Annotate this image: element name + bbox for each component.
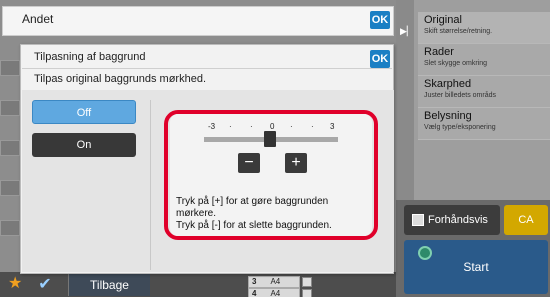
- slider-tick-label: 3: [330, 122, 335, 131]
- back-button[interactable]: Tilbage: [68, 274, 150, 296]
- dialog-subtitle: Tilpas original baggrunds mørkhed.: [34, 73, 207, 85]
- description-text: Tryk på [+] for at gøre baggrunden: [176, 196, 329, 207]
- slider-tick-label: 0: [270, 122, 275, 131]
- preview-icon: [412, 214, 424, 226]
- list-item: 4 A4: [248, 288, 300, 297]
- dialog-ok-button[interactable]: OK: [370, 50, 390, 68]
- menu-item-subtitle: Vælg type/eksponering: [424, 124, 496, 131]
- on-button[interactable]: On: [32, 133, 136, 157]
- ca-button[interactable]: CA: [504, 205, 548, 235]
- divider: [22, 68, 392, 69]
- start-icon: [418, 246, 432, 260]
- menu-item-subtitle: Juster billedets områds: [424, 92, 496, 99]
- description-text: mørkere.: [176, 208, 216, 219]
- minus-button[interactable]: −: [238, 153, 260, 173]
- side-tab: [0, 180, 20, 196]
- slider-tick-label: ·: [250, 122, 253, 131]
- slider-tick-label: ·: [311, 122, 314, 131]
- off-button[interactable]: Off: [32, 100, 136, 124]
- side-tab: [0, 100, 20, 116]
- plus-button[interactable]: +: [285, 153, 307, 173]
- divider: [150, 100, 151, 270]
- andet-ok-button[interactable]: OK: [370, 11, 390, 29]
- slider-tick-label: -3: [208, 122, 216, 131]
- star-icon[interactable]: ★: [8, 276, 22, 292]
- menu-item-title: Belysning: [424, 110, 472, 122]
- menu-item-subtitle: Slet skygge omkring: [424, 60, 488, 67]
- menu-item-original[interactable]: Original Skift størrelse/retning.: [418, 12, 550, 44]
- list-item: 3 A4: [248, 276, 300, 288]
- description-text: Tryk på [-] for at slette baggrunden.: [176, 220, 332, 231]
- side-tab: [0, 140, 20, 156]
- andet-dialog-header: [2, 6, 394, 36]
- check-icon[interactable]: ✔: [30, 275, 60, 295]
- menu-item-title: Skarphed: [424, 78, 472, 90]
- checkbox[interactable]: [302, 289, 312, 297]
- slider-thumb[interactable]: [264, 131, 276, 147]
- slider-tick-label: ·: [229, 122, 232, 131]
- menu-item-skarphed[interactable]: Skarphed Juster billedets områds: [418, 76, 550, 108]
- menu-item-rader[interactable]: Rader Slet skygge omkring: [418, 44, 550, 76]
- menu-item-subtitle: Skift størrelse/retning.: [424, 28, 493, 35]
- andet-title: Andet: [22, 12, 54, 26]
- side-tab: [0, 60, 20, 76]
- side-tab: [0, 220, 20, 236]
- slider-tick-label: ·: [290, 122, 293, 131]
- menu-item-title: Original: [424, 14, 462, 26]
- menu-item-title: Rader: [424, 46, 454, 58]
- checkbox[interactable]: [302, 277, 312, 287]
- dialog-title: Tilpasning af baggrund: [34, 51, 146, 63]
- expand-arrow-icon[interactable]: ▶▏: [400, 26, 414, 37]
- menu-item-belysning[interactable]: Belysning Vælg type/eksponering: [418, 108, 550, 140]
